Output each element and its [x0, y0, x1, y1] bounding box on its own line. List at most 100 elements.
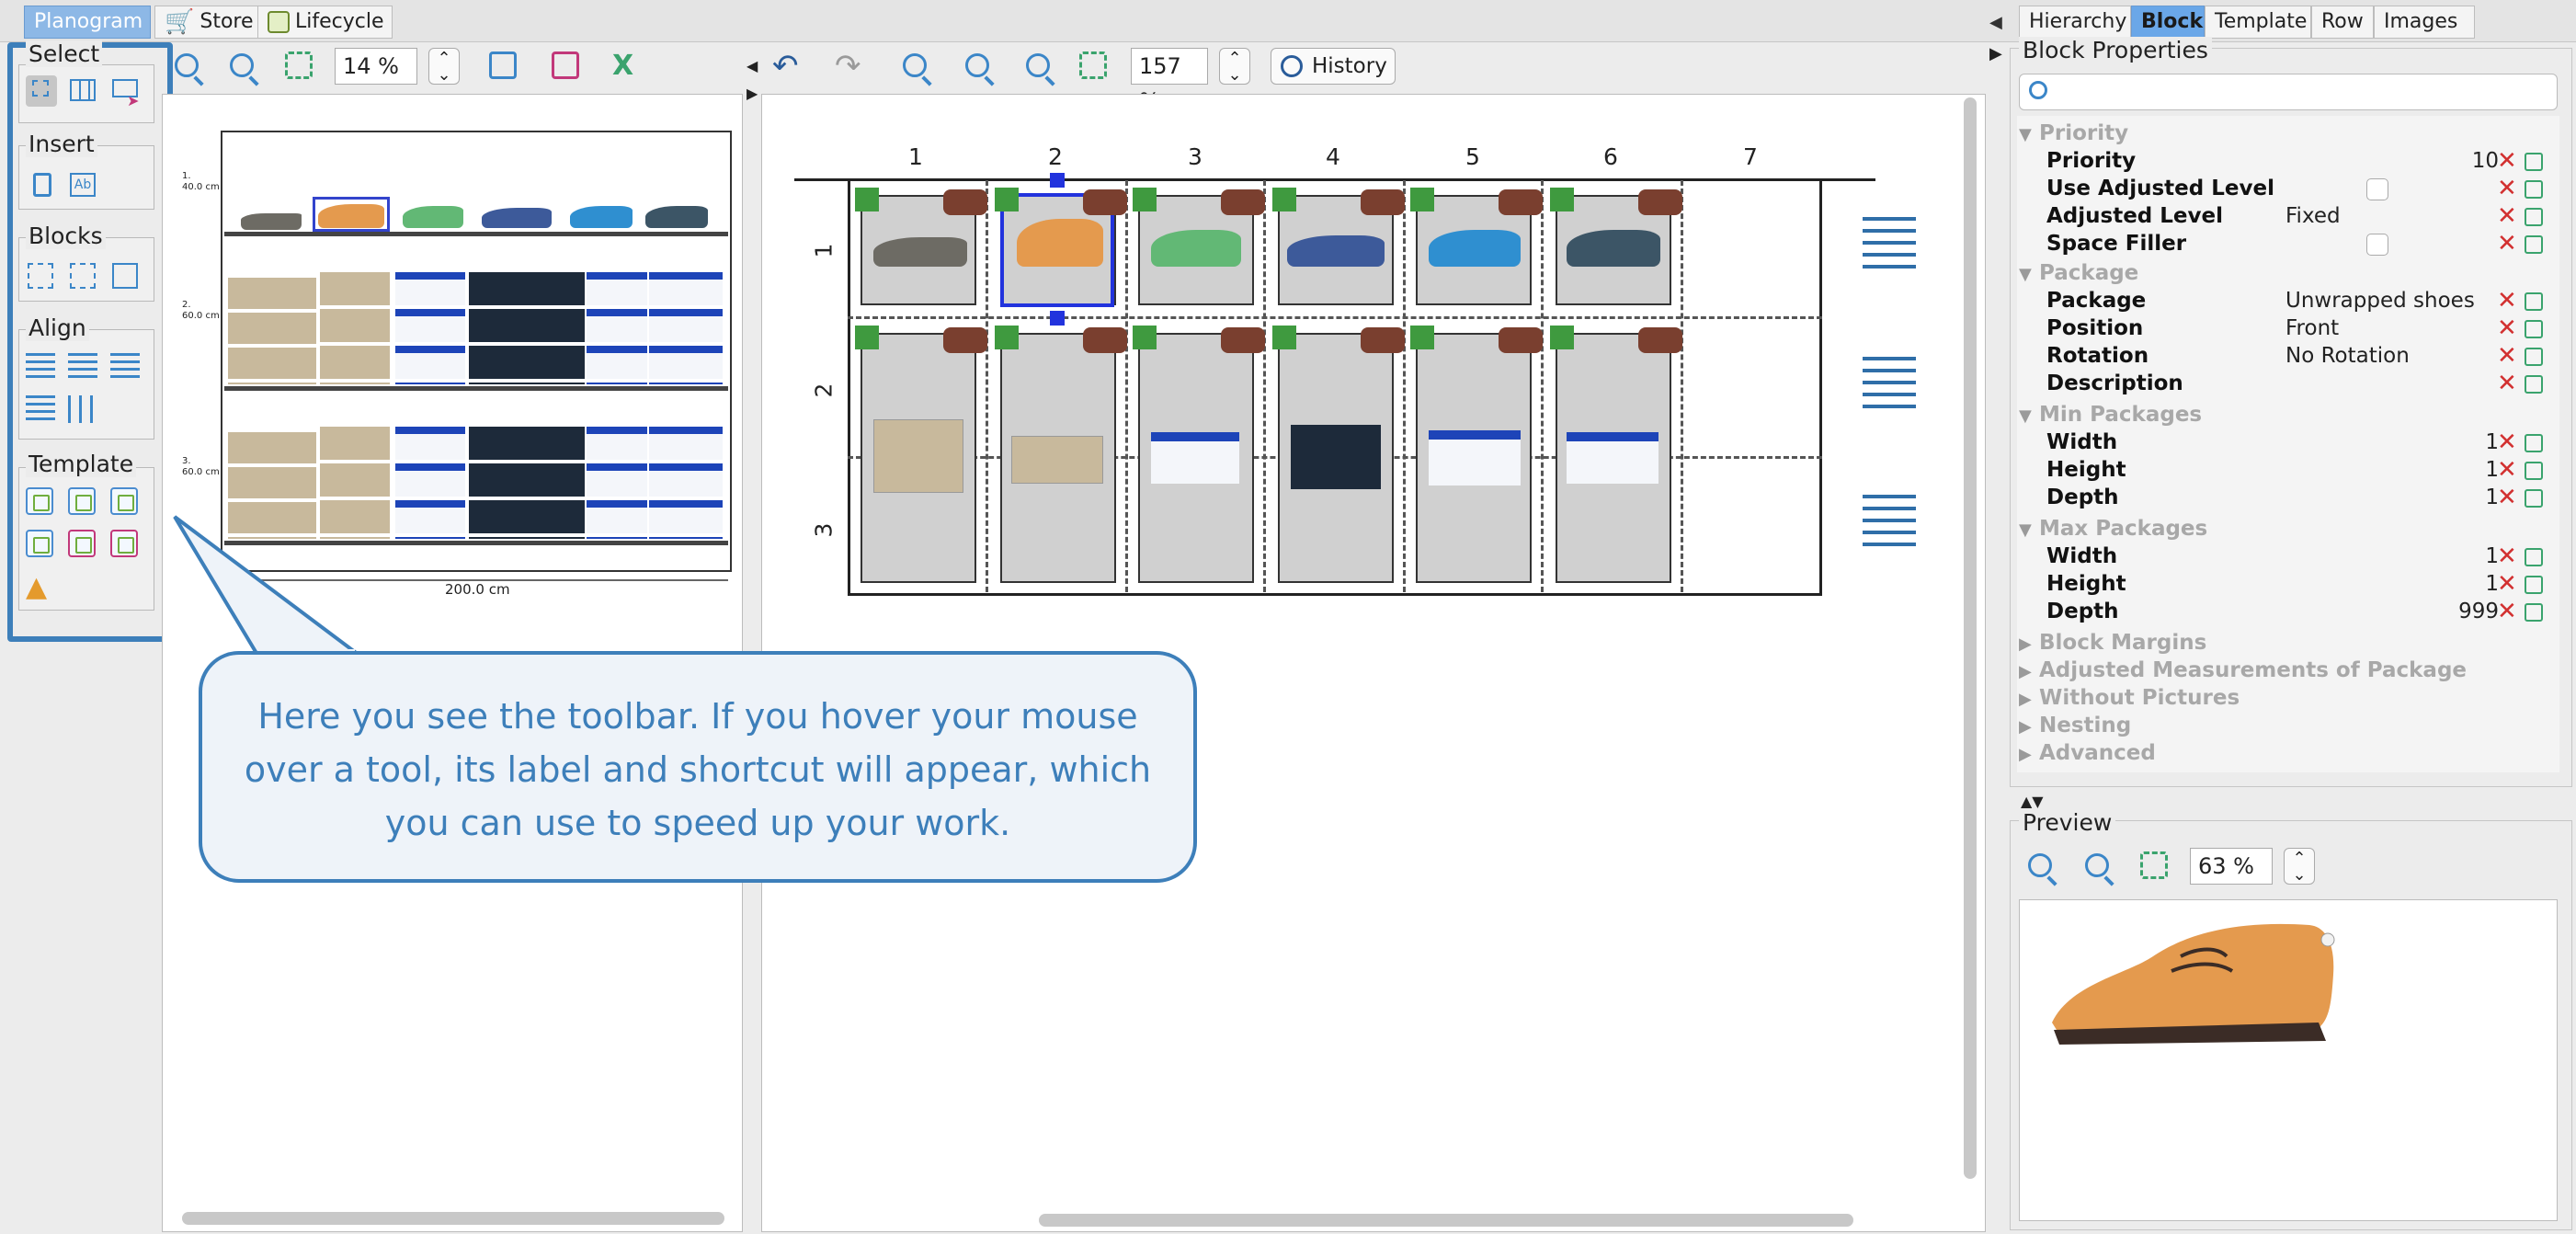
- product-shoe[interactable]: [645, 206, 708, 228]
- left-view-button[interactable]: [489, 51, 517, 79]
- clear-icon[interactable]: ✕: [2497, 202, 2517, 230]
- product-box-stack[interactable]: [395, 427, 465, 539]
- expand-right-arrow-icon[interactable]: ▶: [1989, 44, 2002, 63]
- block-marker-green[interactable]: [855, 188, 879, 211]
- priority-value[interactable]: 10: [2285, 147, 2499, 175]
- block-marker-brown[interactable]: [1638, 327, 1682, 353]
- tab-images[interactable]: Images: [2374, 6, 2475, 39]
- edit-icon[interactable]: [2525, 489, 2543, 508]
- template-apply-button[interactable]: [110, 487, 142, 519]
- center-fit-button[interactable]: [1079, 51, 1107, 79]
- space-filler-checkbox[interactable]: [2366, 234, 2388, 256]
- row-handle-icon[interactable]: [1863, 217, 1916, 269]
- block-marker-brown[interactable]: [943, 327, 987, 353]
- left-chart-button[interactable]: [552, 51, 579, 79]
- edit-icon[interactable]: [2525, 208, 2543, 226]
- block-marker-brown[interactable]: [1083, 327, 1127, 353]
- product-box-stack[interactable]: [395, 272, 465, 384]
- select-area-button[interactable]: ➤: [110, 75, 142, 109]
- tab-template[interactable]: Template: [2205, 6, 2311, 39]
- left-zoom-field[interactable]: 14 %: [335, 48, 417, 85]
- block-marker-green[interactable]: [1272, 188, 1296, 211]
- clear-icon[interactable]: ✕: [2497, 175, 2517, 202]
- left-zoom-in-button[interactable]: [175, 53, 199, 77]
- product-box-stack[interactable]: [469, 427, 585, 539]
- align-left-button[interactable]: [26, 353, 55, 381]
- product-box-stack[interactable]: [649, 272, 723, 384]
- insert-text-button[interactable]: Ab: [68, 169, 99, 200]
- package-value[interactable]: Unwrapped shoes: [2285, 287, 2499, 314]
- product-box-stack[interactable]: [587, 427, 647, 539]
- select-pointer-button[interactable]: [26, 75, 57, 107]
- edit-icon[interactable]: [2525, 434, 2543, 452]
- preview-zoom-field[interactable]: 63 %: [2190, 848, 2273, 885]
- center-zoom-stepper[interactable]: ⌃ ⌄: [1219, 48, 1250, 85]
- group-without-pictures[interactable]: ▶ Without Pictures: [2019, 684, 2240, 712]
- max-depth-value[interactable]: 999: [2285, 598, 2499, 625]
- expand-right-arrow-icon[interactable]: ▶: [747, 85, 758, 102]
- select-grid-button[interactable]: [68, 75, 99, 107]
- edit-icon[interactable]: [2525, 292, 2543, 311]
- clear-icon[interactable]: ✕: [2497, 484, 2517, 511]
- block-marker-green[interactable]: [995, 188, 1019, 211]
- block-marker-brown[interactable]: [1361, 189, 1405, 215]
- product-box-stack[interactable]: [228, 278, 316, 384]
- tab-store[interactable]: 🛒 Store: [154, 6, 262, 39]
- edit-icon[interactable]: [2525, 153, 2543, 171]
- clear-icon[interactable]: ✕: [2497, 456, 2517, 484]
- left-zoom-stepper[interactable]: ⌃ ⌄: [428, 48, 460, 85]
- product-shoe[interactable]: [241, 213, 302, 230]
- template-mirror-button[interactable]: ▲: [26, 572, 57, 603]
- group-block-margins[interactable]: ▶ Block Margins: [2019, 629, 2206, 657]
- block-marker-green[interactable]: [1410, 326, 1434, 349]
- template-remove-button[interactable]: [68, 530, 99, 561]
- center-zoom-out-button[interactable]: [965, 53, 989, 77]
- group-priority[interactable]: ▼ Priority: [2019, 120, 2128, 147]
- template-delete-button[interactable]: [110, 530, 142, 561]
- product-box-stack[interactable]: [469, 272, 585, 384]
- group-min-packages[interactable]: ▼ Min Packages: [2019, 401, 2202, 428]
- clear-icon[interactable]: ✕: [2497, 230, 2517, 257]
- block-marker-green[interactable]: [1272, 326, 1296, 349]
- redo-button[interactable]: ↷: [835, 48, 861, 85]
- collapse-left-arrow-icon[interactable]: ◀: [1989, 13, 2002, 32]
- min-width-value[interactable]: 1: [2285, 428, 2499, 456]
- group-nesting[interactable]: ▶ Nesting: [2019, 712, 2131, 739]
- group-max-packages[interactable]: ▼ Max Packages: [2019, 515, 2207, 543]
- template-add-button[interactable]: [26, 487, 57, 519]
- resize-handle[interactable]: [1050, 311, 1065, 326]
- rotation-value[interactable]: No Rotation: [2285, 342, 2499, 370]
- block-marker-green[interactable]: [1550, 188, 1574, 211]
- product-box-stack[interactable]: [649, 427, 723, 539]
- clear-icon[interactable]: ✕: [2497, 370, 2517, 397]
- block-marker-brown[interactable]: [1221, 327, 1265, 353]
- preview-fit-button[interactable]: [2140, 851, 2168, 879]
- align-columns-button[interactable]: [68, 395, 97, 423]
- max-width-value[interactable]: 1: [2285, 543, 2499, 570]
- block-marker-brown[interactable]: [943, 189, 987, 215]
- clear-icon[interactable]: ✕: [2497, 598, 2517, 625]
- edit-icon[interactable]: [2525, 603, 2543, 622]
- clear-icon[interactable]: ✕: [2497, 147, 2517, 175]
- tab-lifecycle[interactable]: Lifecycle: [257, 6, 393, 39]
- block-marker-green[interactable]: [995, 326, 1019, 349]
- block-marker-brown[interactable]: [1083, 189, 1127, 215]
- block-marker-green[interactable]: [1410, 188, 1434, 211]
- preview-zoom-out-button[interactable]: [2085, 853, 2109, 877]
- clear-icon[interactable]: ✕: [2497, 570, 2517, 598]
- use-adjusted-level-checkbox[interactable]: [2366, 178, 2388, 200]
- row-handle-icon[interactable]: [1863, 357, 1916, 408]
- undo-button[interactable]: ↶: [772, 48, 799, 85]
- left-horizontal-scrollbar[interactable]: [182, 1212, 724, 1225]
- min-depth-value[interactable]: 1: [2285, 484, 2499, 511]
- center-vertical-scrollbar[interactable]: [1964, 97, 1977, 1179]
- block-marker-brown[interactable]: [1499, 327, 1543, 353]
- block-marker-brown[interactable]: [1638, 189, 1682, 215]
- product-shoe[interactable]: [403, 206, 463, 228]
- clear-icon[interactable]: ✕: [2497, 287, 2517, 314]
- center-horizontal-scrollbar[interactable]: [1039, 1214, 1853, 1227]
- tab-row[interactable]: Row: [2311, 6, 2374, 39]
- tab-hierarchy[interactable]: Hierarchy: [2019, 6, 2131, 39]
- clear-icon[interactable]: ✕: [2497, 342, 2517, 370]
- template-edit-button[interactable]: [68, 487, 99, 519]
